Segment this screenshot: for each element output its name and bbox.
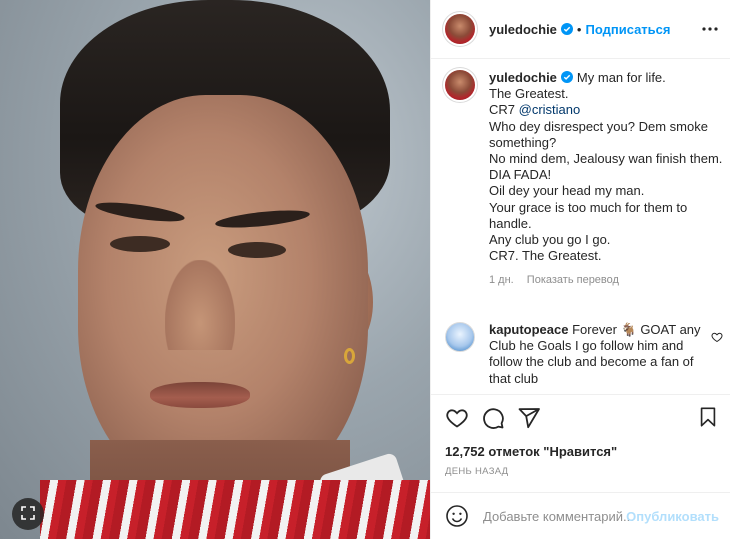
caption-meta: 1 дн. Показать перевод xyxy=(489,272,725,288)
header-separator: • xyxy=(576,21,582,37)
commenter-avatar[interactable] xyxy=(445,322,475,352)
verified-badge-icon xyxy=(560,23,573,35)
caption-line: No mind dem, Jealousy wan finish them. xyxy=(489,151,723,167)
photo-earring xyxy=(344,348,355,364)
caption-age: 1 дн. xyxy=(489,274,514,287)
caption-line: DIA FADA! xyxy=(489,167,552,183)
photo-eye-left xyxy=(110,236,170,252)
comment-text: Forever xyxy=(572,322,621,337)
caption-text: CR7 xyxy=(489,102,519,118)
mention-link[interactable]: @cristiano xyxy=(519,102,581,117)
caption-line: CR7. The Greatest. xyxy=(489,248,602,264)
author-username[interactable]: yuledochie xyxy=(489,22,557,37)
likes-count[interactable]: 12,752 отметок "Нравится" xyxy=(445,444,617,459)
comment-bubble-icon[interactable] xyxy=(481,406,505,430)
caption-line: My man for life. xyxy=(576,70,666,85)
commenter-username[interactable]: kaputopeace xyxy=(489,322,568,337)
caption-line: Your grace is too much for them to handl… xyxy=(489,199,691,231)
caption-author-avatar[interactable] xyxy=(445,70,475,100)
publish-button[interactable]: Опубликовать xyxy=(626,509,719,524)
expand-icon xyxy=(20,505,36,524)
smiley-icon[interactable] xyxy=(445,504,469,528)
follow-button[interactable]: Подписаться xyxy=(585,22,670,37)
heart-icon[interactable] xyxy=(445,406,469,430)
translate-button[interactable]: Показать перевод xyxy=(527,274,619,286)
more-options-icon[interactable] xyxy=(701,20,719,41)
add-comment-input[interactable] xyxy=(483,508,633,524)
expand-button[interactable] xyxy=(12,498,44,530)
photo-nose xyxy=(165,260,235,350)
post-side-panel: yuledochie • Подписаться yuledochie My m… xyxy=(430,0,730,539)
post-header: yuledochie • Подписаться xyxy=(431,0,730,59)
bookmark-icon[interactable] xyxy=(697,406,719,431)
comment-like-heart-icon[interactable] xyxy=(711,331,723,346)
caption-line: Any club you go I go. xyxy=(489,232,611,248)
caption-line: Who dey disrespect you? Dem smoke someth… xyxy=(489,118,712,150)
post-actions-bar xyxy=(431,394,730,440)
goat-emoji: 🐐 xyxy=(620,322,637,337)
caption-author-username[interactable]: yuledochie xyxy=(489,70,557,85)
verified-badge-icon xyxy=(560,71,573,83)
post-caption: yuledochie My man for life. The Greatest… xyxy=(445,70,725,289)
caption-line: Oil dey your head my man. xyxy=(489,183,645,199)
caption-body: yuledochie My man for life. The Greatest… xyxy=(489,70,725,289)
photo-mouth xyxy=(150,382,250,408)
author-avatar[interactable] xyxy=(445,14,475,44)
paper-plane-icon[interactable] xyxy=(517,406,541,430)
caption-line-mention: CR7 @cristiano xyxy=(489,102,725,118)
photo-eye-right xyxy=(228,242,286,258)
post-date[interactable]: ДЕНЬ НАЗАД xyxy=(445,466,508,477)
add-comment-bar: Опубликовать xyxy=(431,492,730,539)
post-photo[interactable] xyxy=(0,0,430,539)
comment-body: kaputopeace Forever 🐐 GOAT any Club he G… xyxy=(489,322,709,387)
caption-line: The Greatest. xyxy=(489,86,569,102)
instagram-post: yuledochie • Подписаться yuledochie My m… xyxy=(0,0,730,539)
photo-shirt xyxy=(40,480,430,539)
comment-item: kaputopeace Forever 🐐 GOAT any Club he G… xyxy=(445,322,729,387)
